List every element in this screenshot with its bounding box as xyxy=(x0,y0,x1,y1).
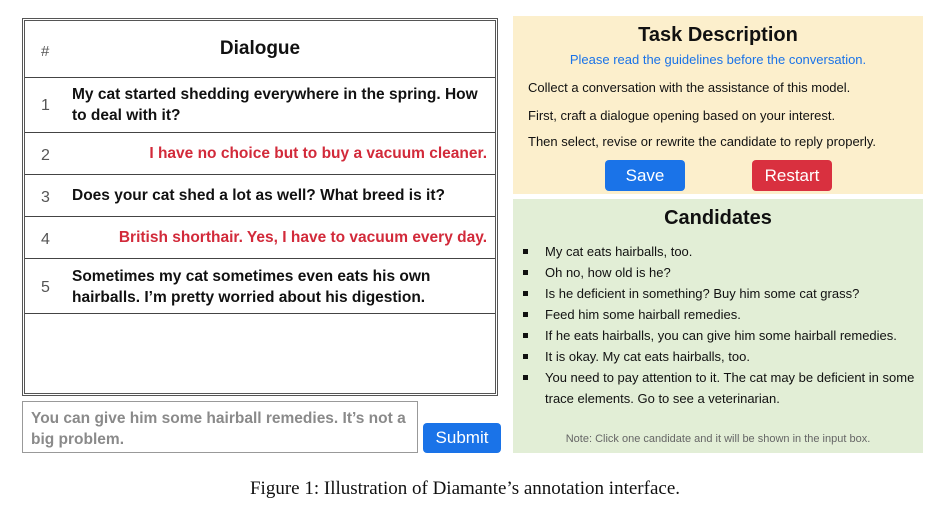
candidate-text: Feed him some hairball remedies. xyxy=(545,307,741,322)
restart-button[interactable]: Restart xyxy=(752,160,832,191)
dialogue-utterance-user: Does your cat shed a lot as well? What b… xyxy=(72,187,445,204)
dialogue-row: 3 Does your cat shed a lot as well? What… xyxy=(25,175,495,217)
task-description-panel: Task Description Please read the guideli… xyxy=(513,16,923,194)
save-button[interactable]: Save xyxy=(605,160,685,191)
candidate-text: You need to pay attention to it. The cat… xyxy=(545,370,915,406)
dialogue-title: Dialogue xyxy=(219,38,301,59)
dialogue-row: 4 British shorthair. Yes, I have to vacu… xyxy=(25,217,495,259)
candidate-text: My cat eats hairballs, too. xyxy=(545,244,693,259)
candidate-item[interactable]: Feed him some hairball remedies. xyxy=(523,304,915,325)
response-input[interactable]: You can give him some hairball remedies.… xyxy=(22,401,418,453)
dialogue-panel: # Dialogue 1 My cat started shedding eve… xyxy=(22,18,498,396)
candidate-item[interactable]: If he eats hairballs, you can give him s… xyxy=(523,325,915,346)
bullet-icon xyxy=(523,354,528,359)
bullet-icon xyxy=(523,270,528,275)
task-instruction: First, craft a dialogue opening based on… xyxy=(528,108,836,123)
submit-button[interactable]: Submit xyxy=(423,423,501,453)
dialogue-header: # Dialogue xyxy=(25,21,495,78)
candidate-item[interactable]: You need to pay attention to it. The cat… xyxy=(523,367,915,409)
figure-caption: Figure 1: Illustration of Diamante’s ann… xyxy=(249,478,680,499)
bullet-icon xyxy=(523,375,528,380)
dialogue-row: 1 My cat started shedding everywhere in … xyxy=(25,78,495,133)
dialogue-row: 5 Sometimes my cat sometimes even eats h… xyxy=(25,259,495,314)
task-title: Task Description xyxy=(638,24,798,46)
candidates-note: Note: Click one candidate and it will be… xyxy=(565,433,871,445)
candidate-text: Oh no, how old is he? xyxy=(545,265,671,280)
candidate-text: It is okay. My cat eats hairballs, too. xyxy=(545,349,750,364)
candidate-item[interactable]: My cat eats hairballs, too. xyxy=(523,241,915,262)
bullet-icon xyxy=(523,312,528,317)
dialogue-utterance-user: My cat started shedding everywhere in th… xyxy=(72,86,478,124)
candidates-title: Candidates xyxy=(664,207,772,229)
bullet-icon xyxy=(523,249,528,254)
task-instruction: Then select, revise or rewrite the candi… xyxy=(528,134,877,149)
bullet-icon xyxy=(523,333,528,338)
task-instruction: Collect a conversation with the assistan… xyxy=(528,80,851,95)
bullet-icon xyxy=(523,291,528,296)
dialogue-utterance-bot: I have no choice but to buy a vacuum cle… xyxy=(149,145,487,162)
dialogue-row-number: 4 xyxy=(41,231,50,248)
candidate-item[interactable]: Oh no, how old is he? xyxy=(523,262,915,283)
candidate-list: My cat eats hairballs, too. Oh no, how o… xyxy=(523,241,915,409)
candidates-panel: Candidates My cat eats hairballs, too. O… xyxy=(513,199,923,453)
dialogue-row: 2 I have no choice but to buy a vacuum c… xyxy=(25,133,495,175)
candidate-item[interactable]: It is okay. My cat eats hairballs, too. xyxy=(523,346,915,367)
dialogue-row-number: 2 xyxy=(41,147,50,164)
candidate-text: Is he deficient in something? Buy him so… xyxy=(545,286,860,301)
dialogue-row-number: 3 xyxy=(41,189,50,206)
dialogue-row-number: 5 xyxy=(41,279,50,296)
guidelines-link[interactable]: Please read the guidelines before the co… xyxy=(513,52,923,67)
dialogue-row-number: 1 xyxy=(41,97,50,114)
dialogue-utterance-user: Sometimes my cat sometimes even eats his… xyxy=(72,268,431,306)
candidate-item[interactable]: Is he deficient in something? Buy him so… xyxy=(523,283,915,304)
candidate-text: If he eats hairballs, you can give him s… xyxy=(545,328,897,343)
dialogue-utterance-bot: British shorthair. Yes, I have to vacuum… xyxy=(118,229,487,246)
